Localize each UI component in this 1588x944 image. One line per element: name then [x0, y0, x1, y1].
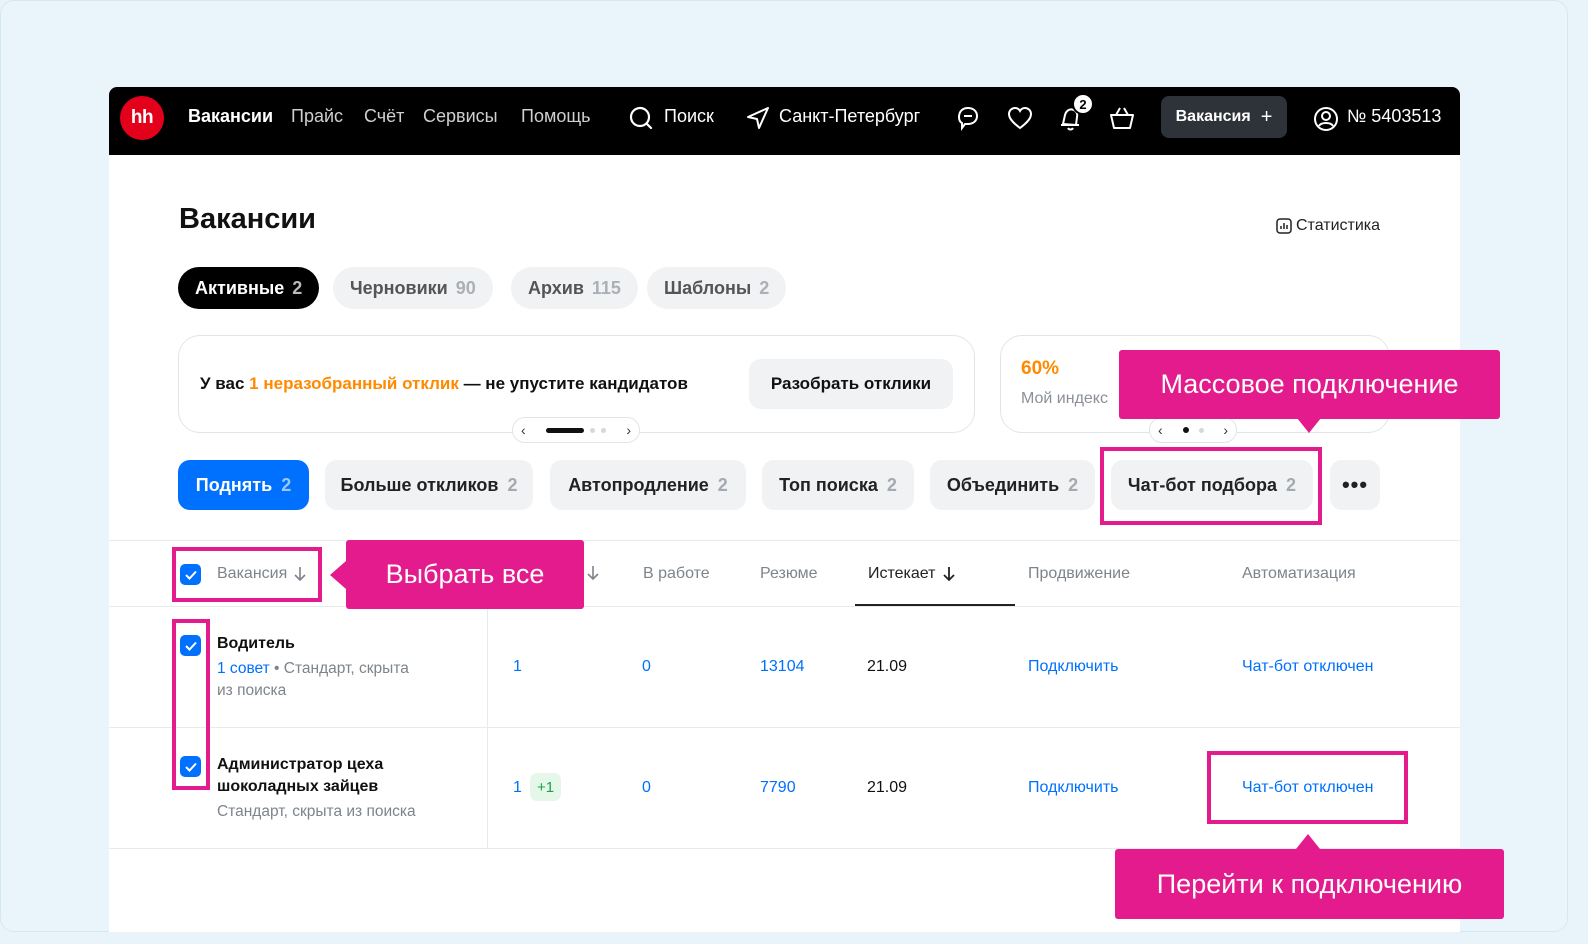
nav-services[interactable]: Сервисы [423, 106, 498, 127]
sort-arrow-down-icon [587, 566, 599, 581]
resume-count[interactable]: 13104 [760, 658, 805, 676]
annotation-select-all: Выбрать все [346, 540, 584, 609]
create-vacancy-button[interactable]: Вакансия + [1161, 96, 1287, 138]
highlight-chatbot-button [1100, 447, 1322, 525]
chart-icon [1276, 218, 1292, 234]
statistics-label: Статистика [1296, 217, 1381, 234]
banner-message: У вас 1 неразобранный отклик — не упусти… [200, 374, 688, 393]
annotation-mass-connect: Массовое подключение [1119, 350, 1500, 419]
vacancy-title[interactable]: Администратор цеха [217, 756, 383, 774]
highlight-select-all [172, 547, 322, 602]
merge-button[interactable]: Объединить 2 [930, 460, 1095, 510]
chevron-right-icon[interactable]: › [626, 422, 631, 438]
search-icon[interactable] [628, 105, 654, 131]
plus-icon: + [1260, 105, 1273, 128]
create-vacancy-label: Вакансия [1175, 108, 1251, 125]
index-label: Мой индекс [1021, 390, 1108, 407]
in-work-count[interactable]: 0 [642, 779, 651, 797]
index-percent: 60% [1021, 358, 1060, 379]
top-search-button[interactable]: Топ поиска 2 [762, 460, 914, 510]
tab-label: Архив [528, 277, 584, 298]
active-sort-indicator [855, 604, 1015, 606]
more-dots-icon: ••• [1341, 472, 1369, 497]
tab-label: Шаблоны [664, 277, 752, 298]
responses-count[interactable]: 1 [513, 658, 522, 676]
tab-archive[interactable]: Архив 115 [511, 267, 638, 309]
raise-button[interactable]: Поднять 2 [178, 460, 309, 510]
vacancy-meta: 1 совет • Стандарт, скрыта [217, 660, 409, 677]
more-actions-button[interactable]: ••• [1330, 460, 1380, 510]
tab-active[interactable]: Активные 2 [178, 267, 320, 309]
tab-count: 2 [292, 277, 303, 298]
auto-renew-button[interactable]: Автопродление 2 [550, 460, 746, 510]
resume-count[interactable]: 7790 [760, 779, 796, 797]
hh-logo[interactable]: hh [120, 96, 164, 140]
chevron-left-icon[interactable]: ‹ [1158, 422, 1163, 438]
tip-link[interactable]: 1 совет [217, 660, 270, 677]
more-responses-button[interactable]: Больше откликов 2 [325, 460, 533, 510]
divider [109, 727, 1460, 728]
tab-count: 90 [455, 277, 476, 298]
responses-count[interactable]: 1 [513, 779, 522, 797]
nav-price[interactable]: Прайс [291, 106, 343, 127]
annotation-pointer [330, 561, 346, 589]
pager-dots [546, 427, 606, 433]
column-header-resume[interactable]: Резюме [760, 565, 818, 583]
column-header-responses[interactable] [586, 565, 600, 581]
nav-invoice[interactable]: Счёт [364, 106, 404, 127]
tab-count: 115 [591, 277, 621, 298]
heart-icon[interactable] [1006, 105, 1034, 131]
notification-count-badge: 2 [1072, 93, 1094, 115]
expires-date: 21.09 [867, 658, 908, 675]
in-work-count[interactable]: 0 [642, 658, 651, 676]
tab-label: Черновики [350, 277, 448, 298]
highlight-row-checkboxes [172, 619, 210, 790]
tab-drafts[interactable]: Черновики 90 [333, 267, 493, 309]
pager-dots [1182, 427, 1204, 433]
nav-help[interactable]: Помощь [521, 106, 591, 127]
column-header-promotion[interactable]: Продвижение [1028, 565, 1130, 583]
new-responses-badge: +1 [530, 773, 561, 801]
banner-pager: ‹ › [512, 417, 640, 443]
vacancy-title[interactable]: Водитель [217, 635, 295, 653]
highlight-chatbot-status [1207, 751, 1408, 824]
sort-arrow-down-icon [942, 567, 955, 582]
account-number[interactable]: № 5403513 [1347, 106, 1441, 127]
basket-icon[interactable] [1108, 105, 1136, 131]
divider [109, 540, 1460, 541]
column-header-in-work[interactable]: В работе [643, 565, 710, 583]
vacancy-meta-line2: из поиска [217, 682, 287, 699]
vacancy-title-line2[interactable]: шоколадных зайцев [217, 778, 378, 796]
chatbot-status-link[interactable]: Чат-бот отключен [1242, 658, 1373, 676]
tab-templates[interactable]: Шаблоны 2 [647, 267, 787, 309]
search-link[interactable]: Поиск [664, 106, 714, 127]
top-navbar: hh Вакансии Прайс Счёт Сервисы Помощь По… [109, 87, 1460, 155]
annotation-pointer [1297, 418, 1321, 433]
chevron-left-icon[interactable]: ‹ [521, 422, 526, 438]
page-title: Вакансии [179, 203, 317, 235]
city-selector[interactable]: Санкт-Петербург [779, 106, 920, 127]
index-pager: ‹ › [1149, 417, 1237, 443]
annotation-pointer [1296, 834, 1320, 849]
tab-count: 2 [759, 277, 770, 298]
chevron-right-icon[interactable]: › [1223, 422, 1228, 438]
nav-vacancies[interactable]: Вакансии [188, 106, 273, 127]
promotion-connect-link[interactable]: Подключить [1028, 779, 1118, 797]
divider [109, 606, 1460, 607]
vacancy-meta: Стандарт, скрыта из поиска [217, 803, 416, 820]
promotion-connect-link[interactable]: Подключить [1028, 658, 1118, 676]
location-arrow-icon[interactable] [745, 105, 771, 131]
unprocessed-response-link[interactable]: 1 неразобранный отклик [249, 374, 459, 393]
column-header-automation[interactable]: Автоматизация [1242, 565, 1356, 583]
user-avatar-icon[interactable] [1312, 105, 1340, 133]
chat-icon[interactable] [954, 104, 982, 132]
process-responses-button[interactable]: Разобрать отклики [749, 359, 953, 409]
statistics-link[interactable]: Статистика [1276, 217, 1380, 235]
column-divider [487, 606, 488, 848]
tab-label: Активные [195, 277, 285, 298]
column-header-expires[interactable]: Истекает [868, 565, 956, 583]
expires-date: 21.09 [867, 779, 908, 796]
annotation-go-to-connect: Перейти к подключению [1115, 849, 1504, 919]
